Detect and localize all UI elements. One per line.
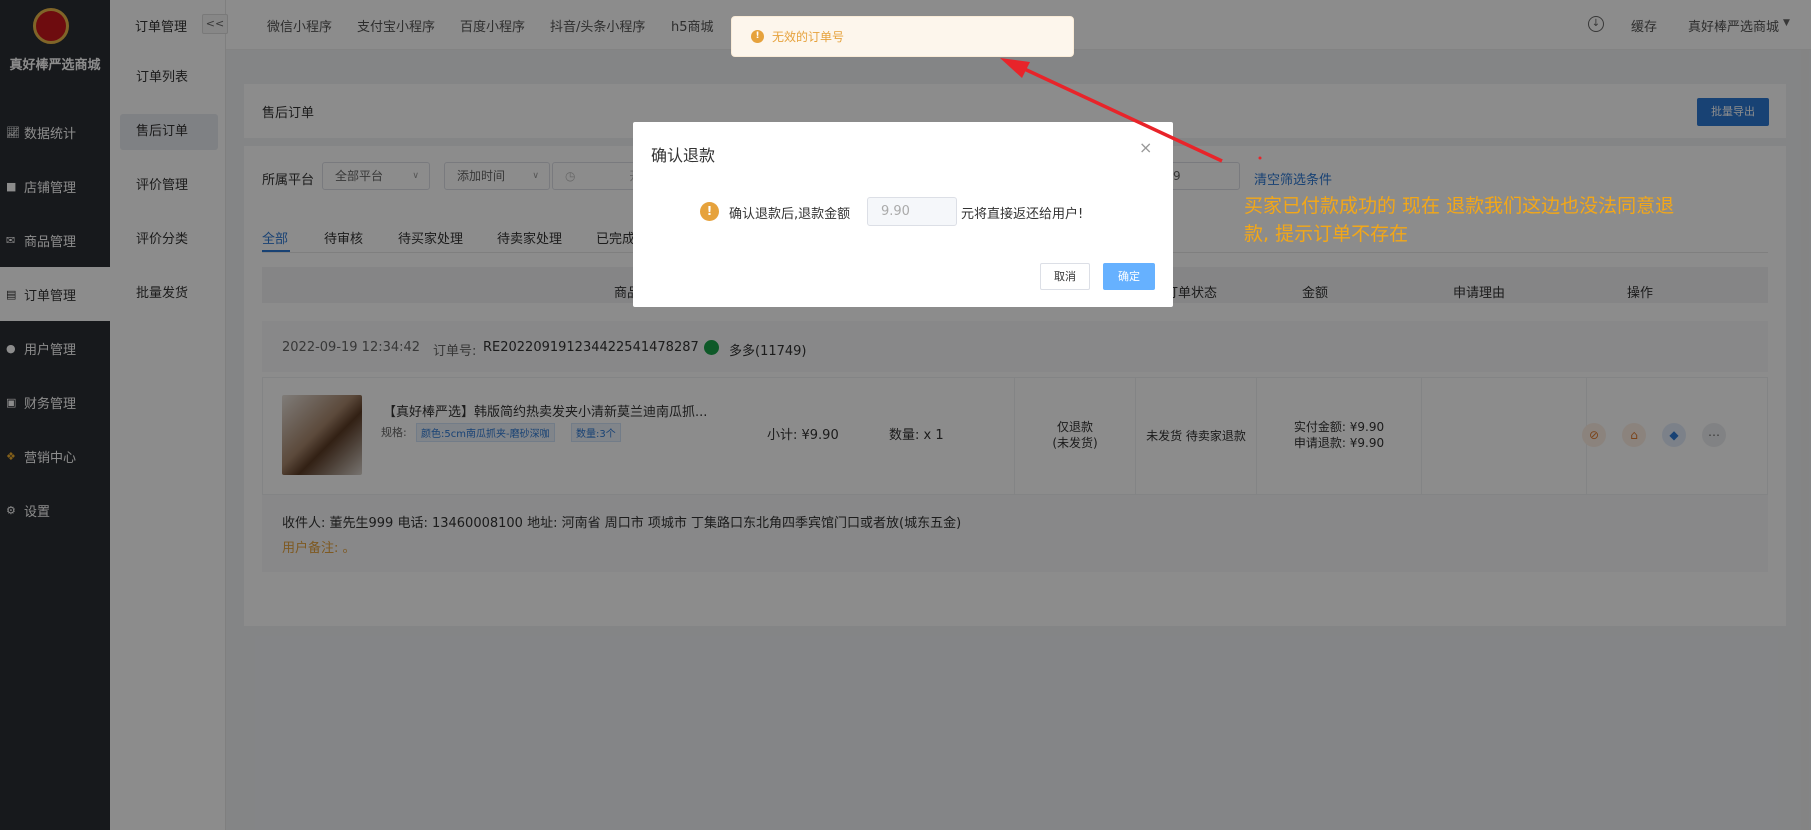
arrow-line (1017, 64, 1223, 163)
arrow-head (1000, 58, 1030, 78)
annotation-dot (1258, 156, 1262, 160)
annotation-text: 买家已付款成功的 现在 退款我们这边也没法同意退款, 提示订单不存在 (1244, 195, 1675, 245)
annotation-arrow (1000, 58, 1262, 163)
